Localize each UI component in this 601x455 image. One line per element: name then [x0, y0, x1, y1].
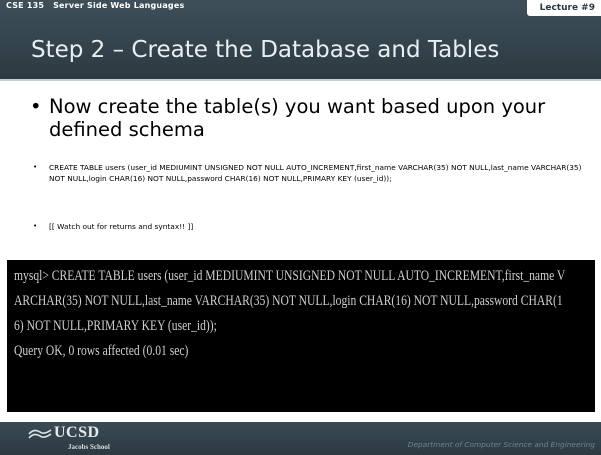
bullet-dot: • [33, 222, 38, 230]
main-bullet-text: Now create the table(s) you want based u… [49, 95, 546, 141]
slide-title: Step 2 – Create the Database and Tables [31, 37, 500, 63]
logo-school: Jacobs School [68, 443, 110, 451]
terminal-line: 6) NOT NULL,PRIMARY KEY (user_id)); [14, 318, 217, 334]
terminal-line: ARCHAR(35) NOT NULL,last_name VARCHAR(35… [14, 293, 563, 309]
course-label: CSE 135 Server Side Web Languages [6, 1, 185, 10]
sql-bullet: • CREATE TABLE users (user_id MEDIUMINT … [33, 162, 593, 184]
sql-statement-text: CREATE TABLE users (user_id MEDIUMINT UN… [49, 163, 582, 183]
lecture-number: Lecture #9 [539, 3, 595, 13]
terminal-line: mysql> CREATE TABLE users (user_id MEDIU… [14, 268, 566, 284]
terminal-line: Query OK, 0 rows affected (0.01 sec) [14, 343, 189, 359]
ucsd-logo: UCSD Jacobs School [28, 424, 148, 454]
header-divider [0, 79, 601, 81]
bullet-dot: • [33, 163, 38, 171]
department-text: Department of Computer Science and Engin… [407, 440, 595, 449]
header-band: CSE 135 Server Side Web Languages Lectur… [0, 0, 601, 79]
lecture-tab: Lecture #9 [527, 0, 601, 16]
footer-band: UCSD Jacobs School Department of Compute… [0, 422, 601, 455]
slide: CSE 135 Server Side Web Languages Lectur… [0, 0, 601, 455]
terminal-screenshot: mysql> CREATE TABLE users (user_id MEDIU… [7, 260, 595, 412]
main-bullet: • Now create the table(s) you want based… [30, 95, 590, 141]
trident-wave-icon [28, 429, 52, 439]
logo-name: UCSD [54, 424, 100, 441]
syntax-note-text: [[ Watch out for returns and syntax!! ]] [49, 222, 194, 231]
bullet-dot: • [30, 95, 42, 118]
note-bullet: • [[ Watch out for returns and syntax!! … [33, 221, 593, 232]
